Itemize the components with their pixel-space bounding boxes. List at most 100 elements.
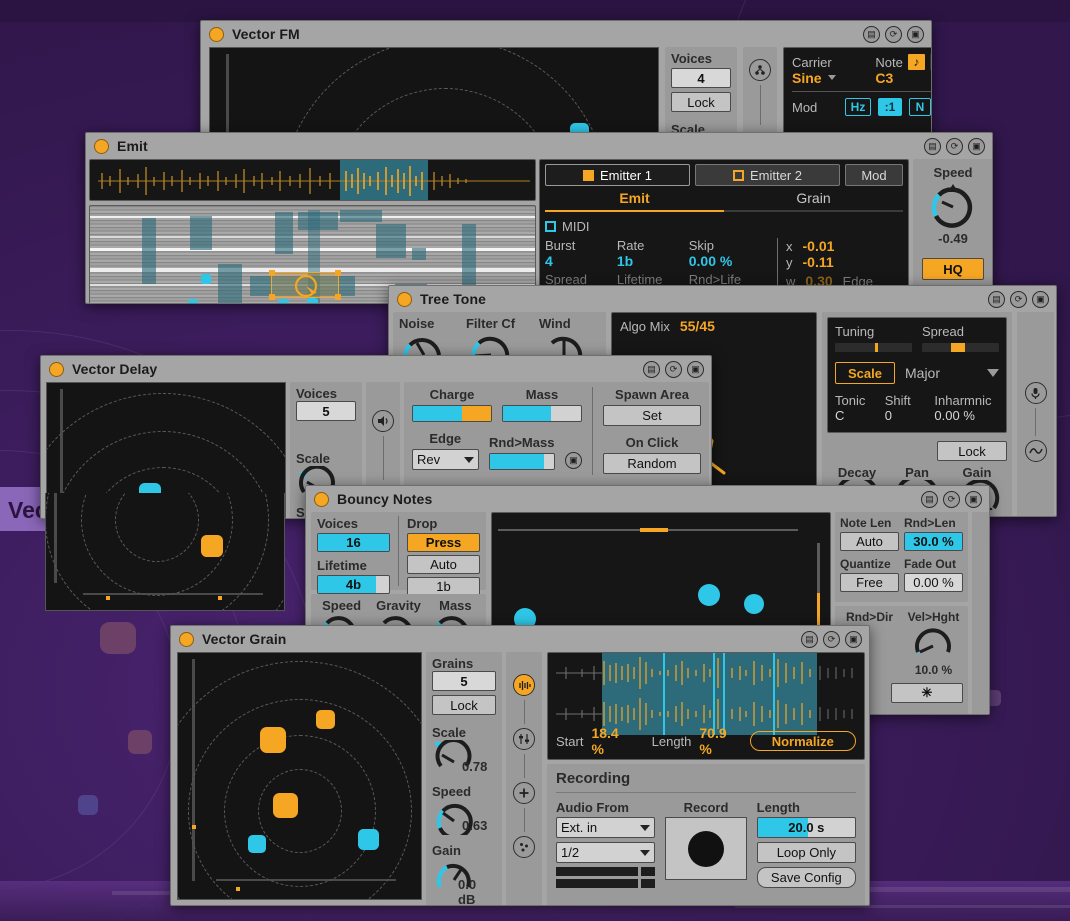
channel-dropdown[interactable]: 1/2 — [556, 842, 656, 863]
save-icon[interactable]: ▣ — [845, 631, 862, 648]
device-power-led[interactable] — [179, 631, 194, 647]
thru-value[interactable]: 100 % — [972, 650, 989, 664]
bouncy-ball[interactable] — [744, 594, 764, 614]
rnd-mass-slider[interactable] — [488, 453, 555, 470]
voices-value[interactable]: 4 — [671, 68, 731, 88]
note-value[interactable]: C3 — [875, 70, 931, 86]
vector-node[interactable] — [358, 829, 379, 850]
subtab-emit[interactable]: Emit — [545, 190, 724, 212]
chevron-down-icon[interactable] — [827, 75, 836, 80]
reload-icon[interactable]: ⟳ — [823, 631, 840, 648]
save-icon[interactable]: ▣ — [565, 452, 582, 469]
titlebar-buttons[interactable]: ▤ ⟳ ▣ — [863, 26, 924, 43]
vel-hght-knob[interactable] — [910, 624, 958, 658]
x-value[interactable]: -0.01 — [803, 238, 835, 254]
mass-slider[interactable] — [502, 405, 582, 422]
star-button[interactable]: ✳ — [891, 683, 963, 703]
plus-icon[interactable] — [513, 782, 535, 804]
burst-value[interactable]: 4 — [545, 253, 617, 269]
vector-grain-display[interactable] — [177, 652, 422, 900]
lifetime-slider[interactable]: 4b — [317, 575, 390, 594]
speed-value[interactable]: -0.49 — [938, 231, 968, 246]
wave-icon[interactable] — [1024, 440, 1047, 462]
shift-value[interactable]: 0 — [885, 408, 935, 423]
save-icon[interactable]: ▣ — [907, 26, 924, 43]
tuning-slider[interactable] — [835, 343, 912, 352]
on-click-random-button[interactable]: Random — [603, 453, 701, 474]
save-config-button[interactable]: Save Config — [756, 867, 857, 888]
titlebar-buttons[interactable]: ▤ ⟳ ▣ — [924, 138, 985, 155]
device-power-led[interactable] — [314, 491, 329, 507]
device-window-vector-grain[interactable]: Vector Grain ▤ ⟳ ▣ Grains 5 Lock Scale 0… — [170, 625, 870, 906]
save-icon[interactable]: ▣ — [687, 361, 704, 378]
scale-value[interactable]: 0.78 — [462, 759, 487, 774]
waveform-icon[interactable] — [513, 674, 535, 696]
vector-node[interactable] — [316, 710, 335, 729]
keyboard-icon[interactable]: ▥ — [929, 54, 931, 70]
chevron-down-icon[interactable] — [463, 456, 474, 463]
grains-value[interactable]: 5 — [432, 671, 496, 691]
mic-icon[interactable] — [1024, 382, 1047, 404]
speaker-icon[interactable] — [372, 410, 394, 432]
emit-selection-rect[interactable] — [269, 270, 341, 300]
rnd-len-slider[interactable]: 30.0 % — [904, 532, 963, 551]
device-power-led[interactable] — [94, 138, 109, 154]
length-value[interactable]: 70.9 % — [699, 725, 741, 757]
hq-button[interactable]: HQ — [922, 258, 984, 280]
skip-value[interactable]: 0.00 % — [689, 253, 775, 269]
spawn-area-set-button[interactable]: Set — [603, 405, 701, 426]
map-icon[interactable]: ▤ — [924, 138, 941, 155]
map-icon[interactable]: ▤ — [921, 491, 938, 508]
device-titlebar-vector-delay[interactable]: Vector Delay — [41, 356, 711, 382]
map-icon[interactable]: ▤ — [643, 361, 660, 378]
mod-n-button[interactable]: N — [909, 98, 931, 116]
bounce-paddle[interactable] — [640, 528, 668, 532]
gain-knob[interactable]: 0.0 dB — [432, 858, 496, 905]
tab-emitter-2[interactable]: Emitter 2 — [695, 164, 840, 186]
note-len-value[interactable]: Auto — [840, 532, 899, 551]
map-icon[interactable]: ▤ — [801, 631, 818, 648]
thru-knob[interactable] — [989, 605, 991, 645]
vector-fm-display[interactable] — [209, 47, 659, 139]
emit-particle[interactable] — [188, 299, 198, 303]
charge-slider[interactable] — [412, 405, 492, 422]
carrier-value[interactable]: Sine — [792, 70, 822, 86]
titlebar-buttons[interactable]: ▤ ⟳ ▣ — [921, 491, 982, 508]
chevron-down-icon[interactable] — [987, 369, 999, 377]
device-titlebar-bouncy-notes[interactable]: Bouncy Notes — [306, 486, 989, 512]
emit-particle[interactable] — [278, 299, 289, 303]
device-titlebar-emit[interactable]: Emit — [86, 133, 992, 159]
vector-node[interactable] — [273, 793, 298, 818]
device-window-vector-fm[interactable]: Vector FM ▤ ⟳ ▣ Voices 4 Lock Scale Carr… — [200, 20, 932, 140]
normalize-button[interactable]: Normalize — [749, 731, 856, 751]
reload-icon[interactable]: ⟳ — [1010, 291, 1027, 308]
reload-icon[interactable]: ⟳ — [943, 491, 960, 508]
sliders-icon[interactable] — [513, 728, 535, 750]
save-icon[interactable]: ▣ — [968, 138, 985, 155]
tab-mod[interactable]: Mod — [845, 164, 903, 186]
spread-slider[interactable] — [922, 343, 999, 352]
quantize-value[interactable]: Free — [840, 573, 899, 592]
vel-ball-value[interactable]: 100 % — [972, 574, 989, 588]
scatter-icon[interactable] — [513, 836, 535, 858]
device-titlebar-vector-grain[interactable]: Vector Grain — [171, 626, 869, 652]
device-window-emit[interactable]: Emit ▤ ⟳ ▣ Emitter 1 Emitter 2 Mod Emit … — [85, 132, 993, 304]
speed-value[interactable]: 0.63 — [462, 818, 487, 833]
record-button[interactable] — [665, 817, 747, 880]
loop-only-button[interactable]: Loop Only — [756, 842, 857, 863]
emit-particle[interactable] — [307, 298, 318, 303]
mod-hz-button[interactable]: Hz — [845, 98, 871, 116]
save-icon[interactable]: ▣ — [965, 491, 982, 508]
mod-ratio-button[interactable]: :1 — [878, 98, 902, 116]
lock-button[interactable]: Lock — [432, 695, 496, 715]
device-titlebar-tree-tone[interactable]: Tree Tone — [389, 286, 1056, 312]
scale-knob[interactable]: 0.78 — [432, 740, 496, 776]
fade-out-value[interactable]: 0.00 % — [904, 573, 963, 592]
vector-delay-display-lower[interactable] — [45, 493, 285, 611]
audio-from-dropdown[interactable]: Ext. in — [556, 817, 656, 838]
inharmnic-value[interactable]: 0.00 % — [934, 408, 999, 423]
tonic-value[interactable]: C — [835, 408, 885, 423]
vector-node[interactable] — [260, 727, 286, 753]
lock-button[interactable]: Lock — [671, 92, 731, 112]
reload-icon[interactable]: ⟳ — [665, 361, 682, 378]
